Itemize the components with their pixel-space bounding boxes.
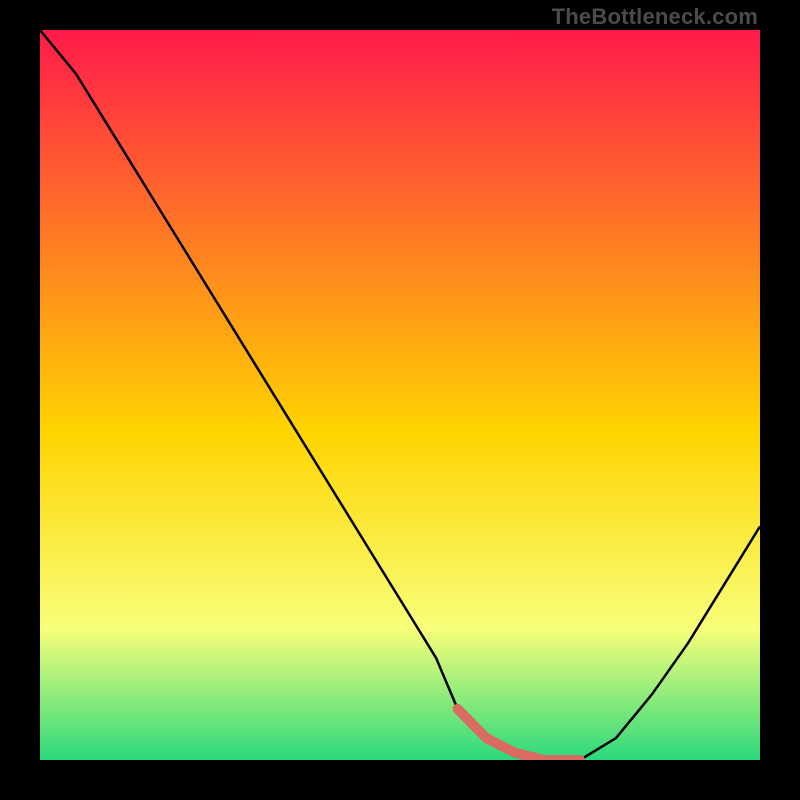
gradient-bg <box>40 30 760 760</box>
bottleneck-curve-chart <box>40 30 760 760</box>
plot-area <box>40 30 760 760</box>
watermark-text: TheBottleneck.com <box>552 4 758 30</box>
chart-frame: TheBottleneck.com <box>0 0 800 800</box>
